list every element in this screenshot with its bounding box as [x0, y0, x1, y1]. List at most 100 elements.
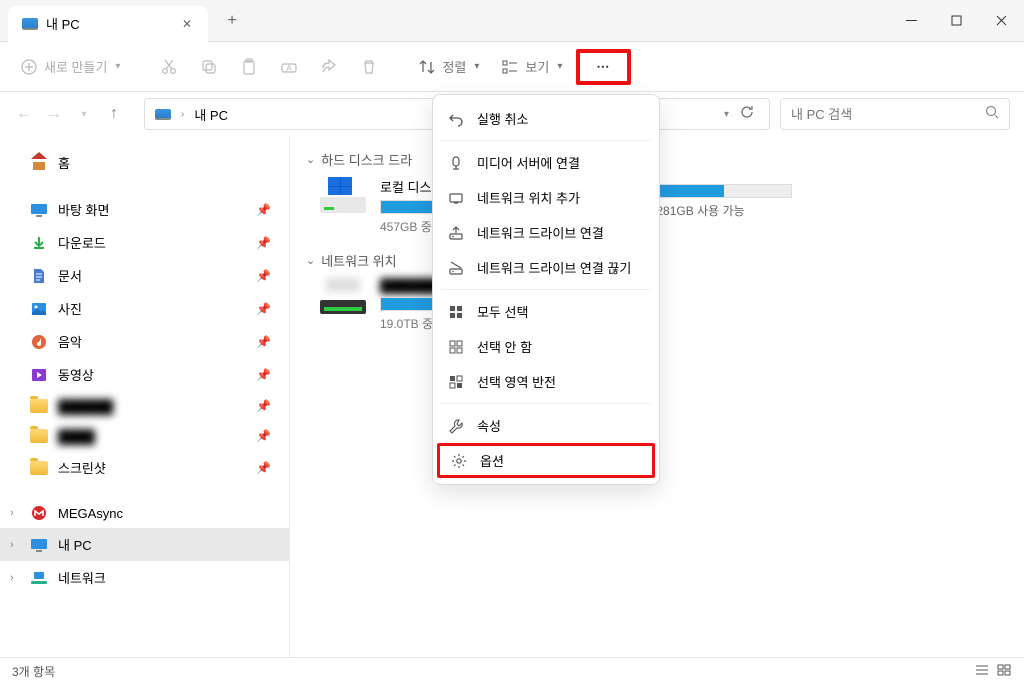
pin-icon: 📌 [256, 429, 271, 443]
sidebar-pictures[interactable]: 사진 📌 [0, 292, 289, 325]
sidebar-blur-2[interactable]: ████ 📌 [0, 421, 289, 451]
search-box[interactable] [780, 98, 1010, 130]
menu-undo[interactable]: 실행 취소 [433, 101, 659, 136]
menu-map-network-drive[interactable]: 네트워크 드라이브 연결 [433, 215, 659, 250]
folder-icon [30, 429, 48, 443]
media-server-icon [447, 154, 465, 172]
pin-icon: 📌 [256, 203, 271, 217]
pin-icon: 📌 [256, 335, 271, 349]
search-icon [985, 105, 999, 124]
minimize-button[interactable] [889, 0, 934, 42]
sidebar-item-label: ████ [58, 429, 95, 444]
chevron-down-icon: ⌄ [306, 153, 315, 166]
rename-button[interactable]: A [272, 52, 306, 82]
sidebar-music[interactable]: 음악 📌 [0, 325, 289, 358]
share-button[interactable] [312, 52, 346, 82]
menu-label: 네트워크 드라이브 연결 [477, 223, 604, 242]
more-icon: ⋯ [596, 59, 611, 75]
recent-dropdown[interactable]: ▾ [74, 109, 94, 120]
sidebar-thispc[interactable]: › 내 PC [0, 528, 289, 561]
menu-add-network-location[interactable]: 네트워크 위치 추가 [433, 180, 659, 215]
close-button[interactable] [979, 0, 1024, 42]
menu-select-all[interactable]: 모두 선택 [433, 294, 659, 329]
icons-view-button[interactable] [996, 663, 1012, 680]
forward-button[interactable]: → [44, 105, 64, 123]
menu-disconnect-network-drive[interactable]: 네트워크 드라이브 연결 끊기 [433, 250, 659, 285]
sidebar-item-label: 내 PC [58, 535, 92, 554]
address-chevron-icon: › [181, 109, 184, 120]
menu-properties[interactable]: 속성 [433, 408, 659, 443]
invert-icon [447, 373, 465, 391]
select-none-icon [447, 338, 465, 356]
pin-icon: 📌 [256, 461, 271, 475]
new-label: 새로 만들기 [44, 57, 107, 76]
folder-icon [30, 461, 48, 475]
menu-select-none[interactable]: 선택 안 함 [433, 329, 659, 364]
sidebar-documents[interactable]: 문서 📌 [0, 259, 289, 292]
pin-icon: 📌 [256, 269, 271, 283]
sidebar-item-label: 네트워크 [58, 568, 106, 587]
sidebar-item-label: 홈 [58, 153, 70, 172]
cut-button[interactable] [152, 52, 186, 82]
sort-button[interactable]: 정렬 ▾ [410, 51, 487, 82]
gear-icon [450, 452, 468, 470]
sort-label: 정렬 [442, 57, 466, 76]
chevron-down-icon: ⌄ [306, 254, 315, 267]
sidebar-downloads[interactable]: 다운로드 📌 [0, 226, 289, 259]
videos-icon [30, 367, 48, 383]
sidebar-network[interactable]: › 네트워크 [0, 561, 289, 594]
menu-invert-selection[interactable]: 선택 영역 반전 [433, 364, 659, 399]
expand-icon[interactable]: › [10, 539, 14, 551]
status-count: 3개 항목 [12, 663, 55, 680]
new-button[interactable]: 새로 만들기 ▾ [12, 51, 128, 82]
details-view-button[interactable] [974, 663, 990, 680]
view-button[interactable]: 보기 ▾ [493, 51, 570, 82]
thispc-icon [22, 18, 38, 30]
title-bar: 내 PC ✕ + [0, 0, 1024, 42]
folder-icon [30, 399, 48, 413]
back-button[interactable]: ← [14, 105, 34, 123]
expand-icon[interactable]: › [10, 507, 14, 519]
pin-icon: 📌 [256, 399, 271, 413]
expand-icon[interactable]: › [10, 572, 14, 584]
pictures-icon [30, 301, 48, 317]
menu-options[interactable]: 옵션 [437, 443, 655, 478]
more-button[interactable]: ⋯ [576, 49, 631, 85]
menu-label: 실행 취소 [477, 109, 528, 128]
view-label: 보기 [525, 57, 549, 76]
menu-label: 모두 선택 [477, 302, 528, 321]
home-icon [31, 156, 47, 170]
tab[interactable]: 내 PC ✕ [8, 6, 208, 42]
menu-label: 미디어 서버에 연결 [477, 153, 580, 172]
wrench-icon [447, 417, 465, 435]
sidebar-screenshots[interactable]: 스크린샷 📌 [0, 451, 289, 484]
new-tab-button[interactable]: + [218, 7, 246, 35]
paste-button[interactable] [232, 52, 266, 82]
sidebar-megasync[interactable]: › MEGAsync [0, 498, 289, 528]
search-input[interactable] [791, 107, 985, 122]
sidebar-home[interactable]: 홈 [0, 146, 289, 179]
close-tab-icon[interactable]: ✕ [182, 17, 194, 31]
chevron-down-icon: ▾ [474, 61, 479, 72]
maximize-button[interactable] [934, 0, 979, 42]
drive-network[interactable]: ████████ 19.0TB 중 3 [320, 278, 1008, 332]
group-label: 네트워크 위치 [321, 251, 396, 270]
menu-label: 네트워크 드라이브 연결 끊기 [477, 258, 631, 277]
separator [441, 140, 651, 141]
delete-button[interactable] [352, 52, 386, 82]
sidebar-blur-1[interactable]: ██████ 📌 [0, 391, 289, 421]
refresh-button[interactable] [739, 104, 755, 125]
sidebar-desktop[interactable]: 바탕 화면 📌 [0, 193, 289, 226]
up-button[interactable]: ↑ [104, 105, 124, 123]
sidebar-item-label: ██████ [58, 399, 113, 414]
sidebar-item-label: 음악 [58, 332, 82, 351]
separator [441, 289, 651, 290]
sidebar-videos[interactable]: 동영상 📌 [0, 358, 289, 391]
pin-icon: 📌 [256, 302, 271, 316]
address-dropdown-icon[interactable]: ▾ [724, 109, 729, 120]
sidebar: 홈 바탕 화면 📌 다운로드 📌 문서 📌 사진 📌 음악 📌 [0, 136, 290, 657]
desktop-icon [30, 202, 48, 218]
copy-button[interactable] [192, 52, 226, 82]
tab-title: 내 PC [46, 14, 174, 33]
menu-media-server[interactable]: 미디어 서버에 연결 [433, 145, 659, 180]
